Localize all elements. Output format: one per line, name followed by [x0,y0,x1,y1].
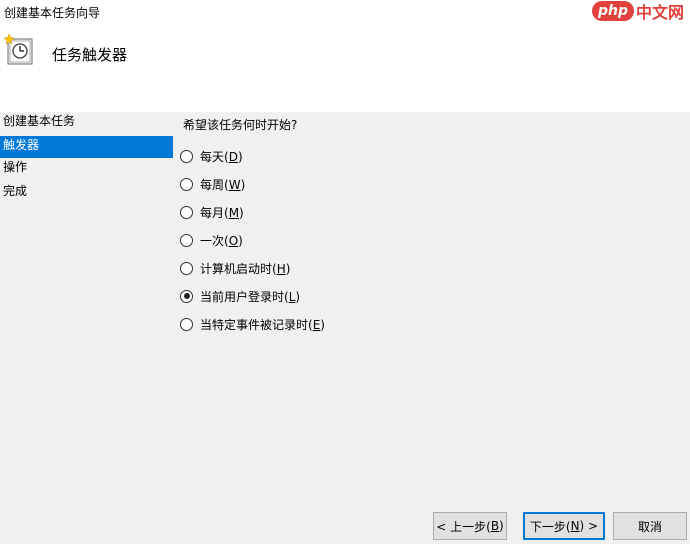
back-button[interactable]: < 上一步(B) [433,512,507,540]
watermark-cn: 中文网 [635,3,684,22]
nav-step-finish[interactable]: 完成 [0,182,173,206]
wizard-buttons: < 上一步(B) 下一步(N) > 取消 [0,512,690,542]
wizard-content: 创建基本任务 触发器 操作 完成 希望该任务何时开始? 每天(D) 每周(W) … [0,112,690,544]
radio-event[interactable] [180,317,193,331]
nav-step-action[interactable]: 操作 [0,158,173,182]
radio-label-monthly: 每月(M) [200,205,244,220]
radio-option-startup[interactable]: 计算机启动时(H) [180,254,325,282]
radio-option-once[interactable]: 一次(O) [180,226,325,254]
watermark-php: php [591,1,634,21]
trigger-radio-group: 每天(D) 每周(W) 每月(M) 一次(O) 计算机启动时(H) 当前用户登录… [180,142,325,338]
cancel-button[interactable]: 取消 [613,512,687,540]
radio-monthly[interactable] [180,205,193,219]
page-title: 任务触发器 [52,46,128,64]
radio-label-logon: 当前用户登录时(L) [200,289,301,304]
php-cn-watermark-logo: php 中文网 [591,0,684,22]
radio-label-once: 一次(O) [200,233,243,248]
radio-option-weekly[interactable]: 每周(W) [180,170,325,198]
wizard-steps-nav: 创建基本任务 触发器 操作 完成 [0,112,173,206]
radio-startup[interactable] [180,261,193,275]
radio-once[interactable] [180,233,193,247]
task-scheduler-clock-icon [3,33,34,66]
radio-label-startup: 计算机启动时(H) [200,261,291,276]
radio-label-event: 当特定事件被记录时(E) [200,317,325,332]
radio-logon[interactable] [180,289,193,303]
radio-option-daily[interactable]: 每天(D) [180,142,325,170]
radio-weekly[interactable] [180,177,193,191]
nav-step-trigger[interactable]: 触发器 [0,136,173,158]
next-button[interactable]: 下一步(N) > [523,512,605,540]
window-title: 创建基本任务向导 [4,6,101,20]
nav-step-create-basic-task[interactable]: 创建基本任务 [0,112,173,136]
radio-option-monthly[interactable]: 每月(M) [180,198,325,226]
radio-label-weekly: 每周(W) [200,177,246,192]
radio-label-daily: 每天(D) [200,149,243,164]
radio-daily[interactable] [180,149,193,163]
trigger-question: 希望该任务何时开始? [183,118,298,132]
radio-option-logon[interactable]: 当前用户登录时(L) [180,282,325,310]
radio-option-event[interactable]: 当特定事件被记录时(E) [180,310,325,338]
wizard-header: 任务触发器 [0,24,690,112]
